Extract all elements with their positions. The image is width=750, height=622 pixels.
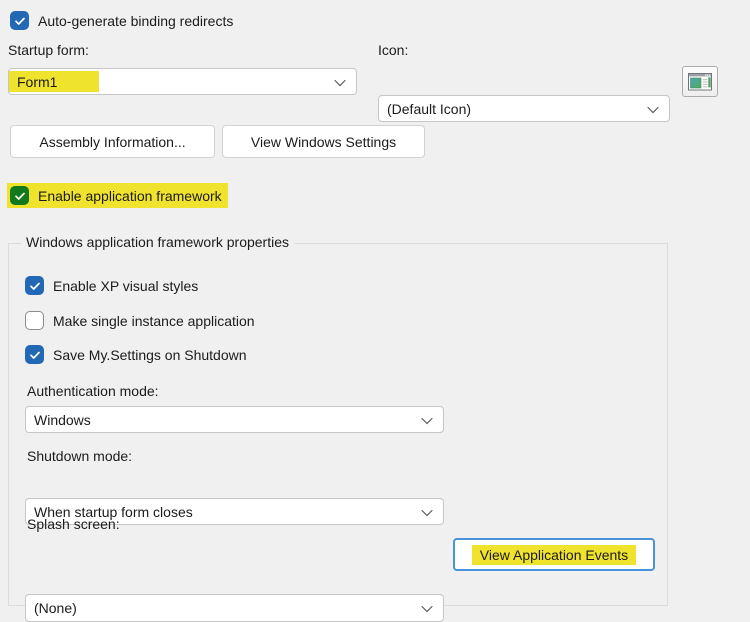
chevron-down-icon [421, 509, 433, 517]
view-windows-settings-button[interactable]: View Windows Settings [222, 125, 425, 158]
view-application-events-button[interactable]: View Application Events [453, 538, 655, 571]
make-single-instance-row: Make single instance application [25, 311, 255, 330]
icon-combobox[interactable]: (Default Icon) [378, 95, 670, 122]
checkmark-icon [14, 15, 26, 27]
auto-generate-checkbox[interactable] [10, 11, 29, 30]
make-single-instance-checkbox[interactable] [25, 311, 44, 330]
enable-application-framework-row: Enable application framework [7, 183, 228, 208]
shutdown-mode-label: Shutdown mode: [27, 448, 132, 464]
enable-xp-visual-styles-label: Enable XP visual styles [53, 278, 198, 294]
save-my-settings-checkbox[interactable] [25, 345, 44, 364]
view-application-events-label: View Application Events [472, 545, 636, 565]
icon-value: (Default Icon) [387, 101, 471, 117]
authentication-mode-label: Authentication mode: [27, 383, 159, 399]
shutdown-mode-value: When startup form closes [34, 504, 193, 520]
save-my-settings-label: Save My.Settings on Shutdown [53, 347, 247, 363]
windows-application-framework-groupbox: Windows application framework properties… [8, 243, 668, 606]
startup-form-value: Form1 [17, 74, 57, 90]
checkmark-icon [29, 280, 41, 292]
auto-generate-label: Auto-generate binding redirects [38, 13, 233, 29]
splash-screen-combobox[interactable]: (None) [25, 594, 444, 622]
make-single-instance-label: Make single instance application [53, 313, 255, 329]
view-windows-settings-label: View Windows Settings [251, 134, 396, 150]
assembly-information-label: Assembly Information... [39, 134, 185, 150]
startup-form-label: Startup form: [8, 42, 89, 58]
auto-generate-binding-redirects-row: Auto-generate binding redirects [10, 11, 233, 30]
startup-form-combobox[interactable]: Form1 [8, 68, 357, 95]
authentication-mode-combobox[interactable]: Windows [25, 406, 444, 433]
icon-label: Icon: [378, 42, 408, 58]
enable-application-framework-label: Enable application framework [38, 188, 222, 204]
icon-preview-button[interactable] [682, 66, 718, 97]
groupbox-title: Windows application framework properties [21, 234, 294, 250]
chevron-down-icon [334, 79, 346, 87]
checkmark-icon [14, 190, 26, 202]
chevron-down-icon [647, 106, 659, 114]
enable-xp-visual-styles-row: Enable XP visual styles [25, 276, 198, 295]
enable-xp-visual-styles-checkbox[interactable] [25, 276, 44, 295]
splash-screen-value: (None) [34, 600, 77, 616]
assembly-information-button[interactable]: Assembly Information... [10, 125, 215, 158]
chevron-down-icon [421, 417, 433, 425]
form-icon [688, 73, 712, 91]
enable-application-framework-checkbox[interactable] [10, 186, 29, 205]
authentication-mode-value: Windows [34, 412, 91, 428]
save-my-settings-row: Save My.Settings on Shutdown [25, 345, 247, 364]
chevron-down-icon [421, 605, 433, 613]
checkmark-icon [29, 349, 41, 361]
